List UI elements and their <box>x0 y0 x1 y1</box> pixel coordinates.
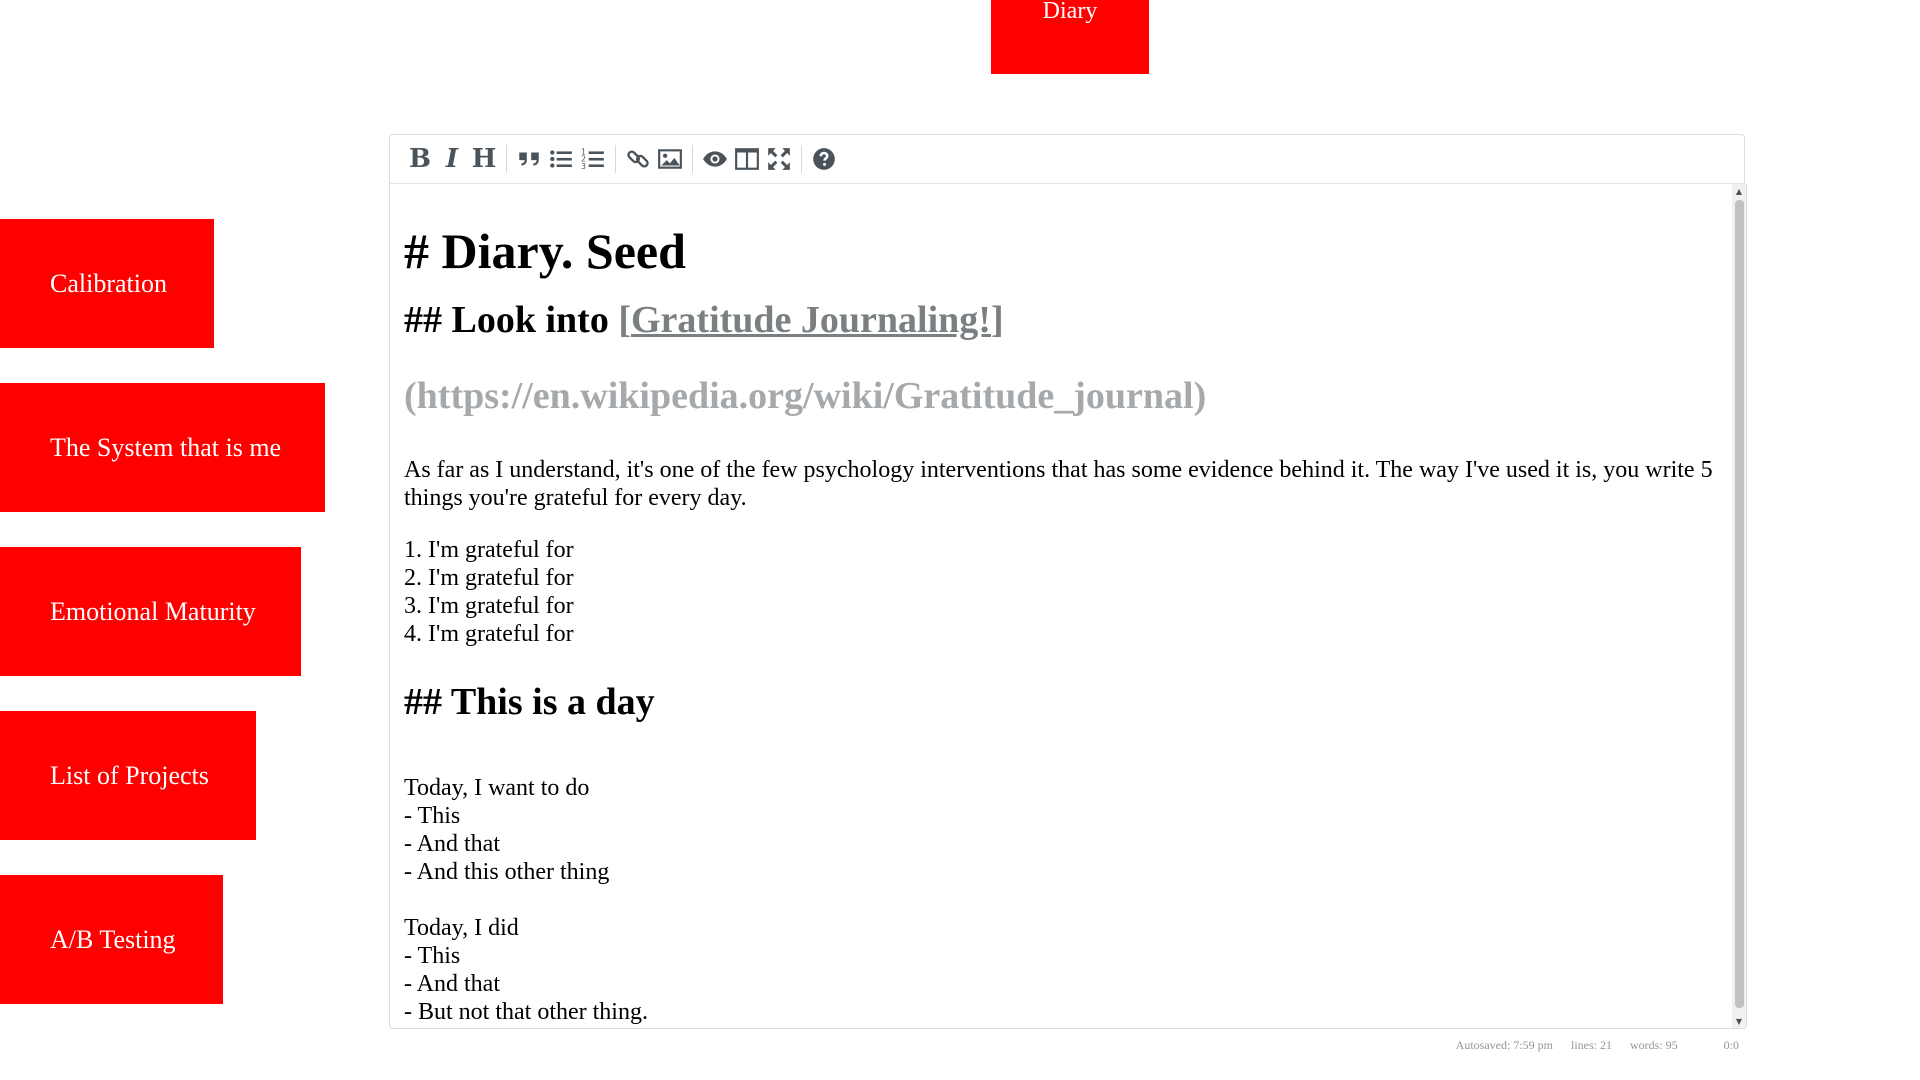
list-item: - But not that other thing. <box>404 999 648 1025</box>
svg-text:3: 3 <box>581 162 586 171</box>
toolbar-separator <box>801 145 802 173</box>
did-heading: Today, I did <box>404 915 519 941</box>
sidebar-item-emotional-maturity[interactable]: Emotional Maturity <box>0 547 301 676</box>
cursor-position: 0:0 <box>1723 1038 1739 1052</box>
toolbar-separator <box>506 145 507 173</box>
word-count: words: 95 <box>1629 1038 1678 1052</box>
preview-icon <box>703 151 727 167</box>
image-button[interactable] <box>654 142 686 176</box>
heading-this-is-a-day: ## This is a day <box>404 681 655 723</box>
link-button[interactable] <box>622 142 654 176</box>
sidebar-item-label: Calibration <box>50 268 167 298</box>
link-bracket-close: ] <box>990 299 1004 341</box>
fullscreen-button[interactable] <box>763 142 795 176</box>
link-url: (https://en.wikipedia.org/wiki/Gratitude… <box>404 375 1207 417</box>
side-by-side-button[interactable] <box>731 142 763 176</box>
sidebar-item-label: List of Projects <box>50 760 209 790</box>
quote-button[interactable] <box>513 142 545 176</box>
sidebar-item-calibration[interactable]: Calibration <box>0 219 214 348</box>
preview-button[interactable] <box>699 142 731 176</box>
editor-scrollbar[interactable]: ▲ ▼ <box>1732 184 1746 1028</box>
sidebar-item-the-system-that-is-me[interactable]: The System that is me <box>0 383 325 512</box>
italic-icon: I <box>445 144 459 174</box>
sidebar-item-label: A/B Testing <box>50 924 176 954</box>
link-bracket-open: [ <box>618 299 631 341</box>
toolbar-separator <box>692 145 693 173</box>
gratitude-journaling-link[interactable]: Gratitude Journaling! <box>631 299 991 341</box>
scroll-up-icon[interactable]: ▲ <box>1732 184 1746 198</box>
heading-prefix: ## Look into <box>404 299 619 341</box>
ordered-list-button[interactable]: 123 <box>577 142 609 176</box>
help-icon <box>813 148 835 170</box>
heading-look-into: ## Look into [Gratitude Journaling!] <box>404 298 1004 342</box>
link-icon <box>627 150 649 168</box>
list-item: 3. I'm grateful for <box>404 593 574 619</box>
tab-diary[interactable]: Diary <box>991 0 1149 74</box>
list-item: 2. I'm grateful for <box>404 565 574 591</box>
bold-button[interactable]: B <box>404 142 436 176</box>
want-heading: Today, I want to do <box>404 775 590 801</box>
editor-content[interactable]: # Diary. Seed ## Look into [Gratitude Jo… <box>389 184 1747 1029</box>
heading-icon: H <box>471 144 497 174</box>
sidebar-item-ab-testing[interactable]: A/B Testing <box>0 875 223 1004</box>
side-by-side-icon <box>735 148 759 170</box>
markdown-editor: B I H 123 # Diary. Seed ## Look into [Gr… <box>389 134 1747 1030</box>
bold-icon: B <box>409 144 431 174</box>
editor-toolbar: B I H 123 <box>389 134 1745 184</box>
fullscreen-icon <box>768 148 790 170</box>
autosave-status: Autosaved: 7:59 pm <box>1455 1038 1553 1052</box>
list-item: - This <box>404 943 461 969</box>
scroll-thumb[interactable] <box>1735 200 1744 1008</box>
heading-button[interactable]: H <box>468 142 500 176</box>
editor-statusbar: Autosaved: 7:59 pm lines: 21 words: 95 0… <box>1456 1038 1739 1053</box>
list-item: 4. I'm grateful for <box>404 621 574 647</box>
sidebar-item-list-of-projects[interactable]: List of Projects <box>0 711 256 840</box>
line-count: lines: 21 <box>1570 1038 1612 1052</box>
unordered-list-icon <box>550 150 572 168</box>
list-item: - This <box>404 803 461 829</box>
heading-1: # Diary. Seed <box>404 223 686 279</box>
toolbar-separator <box>615 145 616 173</box>
list-item: - And that <box>404 831 500 857</box>
list-item: - And this other thing <box>404 859 610 885</box>
list-item: - And that <box>404 971 500 997</box>
image-icon <box>658 149 682 169</box>
italic-button[interactable]: I <box>436 142 468 176</box>
sidebar-item-label: Emotional Maturity <box>50 596 256 626</box>
quote-icon <box>519 152 539 166</box>
scroll-down-icon[interactable]: ▼ <box>1732 1014 1746 1028</box>
unordered-list-button[interactable] <box>545 142 577 176</box>
sidebar-item-label: The System that is me <box>50 432 282 462</box>
help-button[interactable] <box>808 142 840 176</box>
paragraph: As far as I understand, it's one of the … <box>404 457 1713 511</box>
list-item: 1. I'm grateful for <box>404 537 574 563</box>
ordered-list-icon: 123 <box>581 148 604 171</box>
